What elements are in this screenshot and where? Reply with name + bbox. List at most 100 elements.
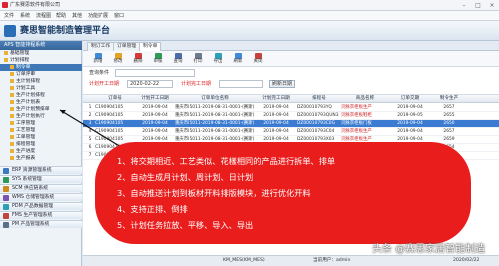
toolbar: 新增 修改 删除 审核 查询 打印 导出 刷新 关闭 [83,51,499,67]
fms-icon [3,213,9,219]
close-button[interactable]: × [485,0,499,11]
table-cell: 2019-09-04 [263,129,289,134]
table-cell: 6 [88,145,92,150]
column-header[interactable]: 订单号 [95,95,135,103]
module-sys[interactable]: SYS 系统管理 [0,175,82,183]
app-logo [4,25,16,37]
table-cell: 2019-09-04 [397,105,423,110]
table-cell: 2019-09-04 [142,129,168,134]
module-wms[interactable]: WMS 仓储管理系统 [0,193,82,201]
table-cell: 贝脉衣柜板生产 [341,105,372,110]
table-cell: 2650 [443,121,455,126]
table-cell: 1 [88,105,92,110]
doc-icon [10,85,14,90]
tab-work-order[interactable]: 制令单 [139,42,162,51]
add-button[interactable]: 新增 [89,53,107,66]
tree-item[interactable]: 工序管理 [0,120,82,127]
tab-work[interactable]: 制订工作 [87,42,115,51]
module-pdm[interactable]: PDM 产品数据管理 [0,202,82,210]
module-erp[interactable]: ERP 资源管理系统 [0,166,82,174]
tree-item[interactable]: 生产计划执行 [0,113,82,120]
table-row[interactable]: 2 C190904105 2019-09-04 重庆市I5011-2019-08-31… [83,112,499,120]
column-header[interactable]: 商品名称 [341,95,389,103]
doc-icon [10,127,14,132]
start-date-input[interactable]: 2020-02-22 [127,80,173,88]
table-cell: 3 [88,121,92,126]
menu-other[interactable]: 其他 [72,11,82,21]
sidebar-tree: 基础管理 计划排程 制令单 订单评审 主计划排程 计划工具 生产计划排程 生产计… [0,50,82,162]
tree-item[interactable]: 主计划排程 [0,78,82,85]
query-button[interactable]: 查询 [169,53,187,66]
table-row[interactable]: 1 C190904105 2019-09-04 重庆市I5011-2019-08-31… [83,104,499,112]
table-cell: 2019-09-04 [142,105,168,110]
table-row[interactable]: 4 C190904105 2019-09-04 重庆市I5011-2019-08-31… [83,128,499,136]
callout-line-5: 5、计划任务拉放、平移、导入、导出 [117,220,254,230]
table-cell: 7 [88,153,92,158]
tree-item[interactable]: 订单评审 [0,71,82,78]
module-scm[interactable]: SCM 供应链系统 [0,184,82,192]
table-cell: 重庆市I5011-2019-08-31-0001-(赛斯) [175,105,255,110]
delete-button[interactable]: 删除 [129,53,147,66]
table-cell: C190904105 [95,105,124,110]
table-cell: 2019-09-04 [142,113,168,118]
refresh-button[interactable]: 刷新 [229,53,247,66]
sidebar-header[interactable]: APS 智能排程系统 [0,41,82,50]
tree-item[interactable]: 生产计划排程 [0,92,82,99]
doc-icon [10,148,14,153]
table-cell: 5 [88,137,92,142]
column-header[interactable]: 订单单位名称 [175,95,255,103]
refresh-date-button[interactable]: 刷新日期 [269,80,295,88]
tree-item[interactable]: 工单管理 [0,134,82,141]
table-cell: 贝脉衣柜板门板 [341,121,372,126]
menu-window[interactable]: 窗口 [114,11,124,21]
column-header[interactable]: 制令生产 [431,95,467,103]
tree-item[interactable]: 基础管理 [0,50,82,57]
tab-order-mgmt[interactable]: 订单管理 [113,42,141,51]
end-date-input[interactable] [219,80,263,88]
maximize-button[interactable]: □ [471,0,485,11]
approve-button[interactable]: 审核 [149,53,167,66]
tree-item[interactable]: 生产计划表 [0,99,82,106]
query-input[interactable] [115,69,195,77]
column-header[interactable]: 计划完工日期 [255,95,297,103]
wms-icon [3,195,9,201]
doc-icon [10,92,14,97]
menu-file[interactable]: 文件 [4,11,14,21]
callout-line-3: 3、自动推送计划到板材开料排版模块，进行优化开料 [117,188,311,198]
tree-item[interactable]: 工艺管理 [0,127,82,134]
tree-item-selected[interactable]: 制令单 [0,64,82,71]
table-cell: 2019-09-04 [263,105,289,110]
app-window: 广东赛思软件有限公司 – □ × 文件 系统 流程图 帮助 其他 功能扩展 窗口… [0,0,499,266]
menu-help[interactable]: 帮助 [56,11,66,21]
tree-item[interactable]: 生产进度 [0,148,82,155]
doc-icon [10,106,14,111]
column-header[interactable]: 排程号 [297,95,341,103]
menu-bar: 文件 系统 流程图 帮助 其他 功能扩展 窗口 [0,11,499,21]
menu-flowchart[interactable]: 流程图 [36,11,51,21]
module-pm[interactable]: PM 产品管理系统 [0,220,82,228]
menu-extensions[interactable]: 功能扩展 [88,11,108,21]
tree-item[interactable]: 计划工具 [0,85,82,92]
export-button[interactable]: 导出 [209,53,227,66]
minimize-button[interactable]: – [457,0,471,11]
edit-button[interactable]: 修改 [109,53,127,66]
column-header[interactable]: 计划开工日期 [135,95,175,103]
column-header[interactable]: 订单交期 [389,95,431,103]
table-cell: C190904105 [95,121,124,126]
module-fms[interactable]: FMS 生产管理系统 [0,211,82,219]
end-date-label: 计划完工日期 [181,81,212,87]
menu-system[interactable]: 系统 [20,11,30,21]
tree-item[interactable]: 生产报表 [0,155,82,162]
close-tab-button[interactable]: 关闭 [249,53,267,66]
print-button[interactable]: 打印 [189,53,207,66]
tree-item[interactable]: 排程管理 [0,141,82,148]
table-cell: 重庆市I5011-2019-08-31-0001-(赛斯) [175,129,255,134]
tree-item[interactable]: 计划排程 [0,57,82,64]
tab-bar: 制订工作 订单管理 制令单 [83,41,499,51]
table-cell: 2019-09-04 [397,121,423,126]
table-cell: 2019-09-04 [263,121,289,126]
watermark: 头条 @赛思家居智能制造 [372,244,486,255]
table-row-selected[interactable]: 3 C190904105 2019-09-04 重庆市I5011-2019-08-31… [83,120,499,128]
tree-item[interactable]: 生产计划预排单 [0,106,82,113]
column-header[interactable] [85,95,95,103]
